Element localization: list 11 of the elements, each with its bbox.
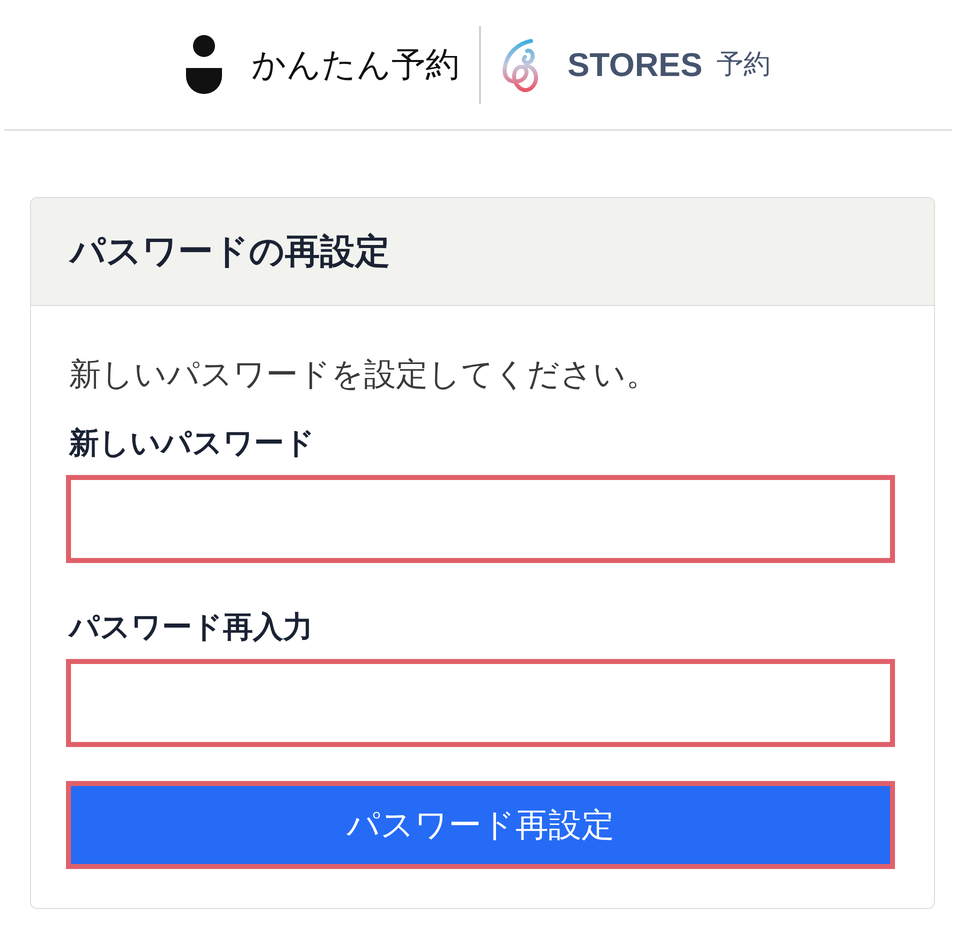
logo-text: かんたん予約: [251, 48, 460, 82]
password-field[interactable]: [66, 475, 895, 563]
partner-logo-text: STORES: [567, 48, 703, 81]
password-field[interactable]: [66, 659, 895, 747]
field-label: 新しいパスワード: [68, 426, 316, 462]
card-title: パスワードの再設定: [70, 234, 390, 269]
description-text: 新しいパスワードを設定してください。: [68, 355, 659, 394]
field-label: パスワード再入力: [67, 610, 314, 646]
person-icon: [185, 34, 224, 94]
partner-logo-suffix: 予約: [716, 51, 771, 78]
reset-password-button[interactable]: パスワード再設定: [66, 781, 895, 869]
